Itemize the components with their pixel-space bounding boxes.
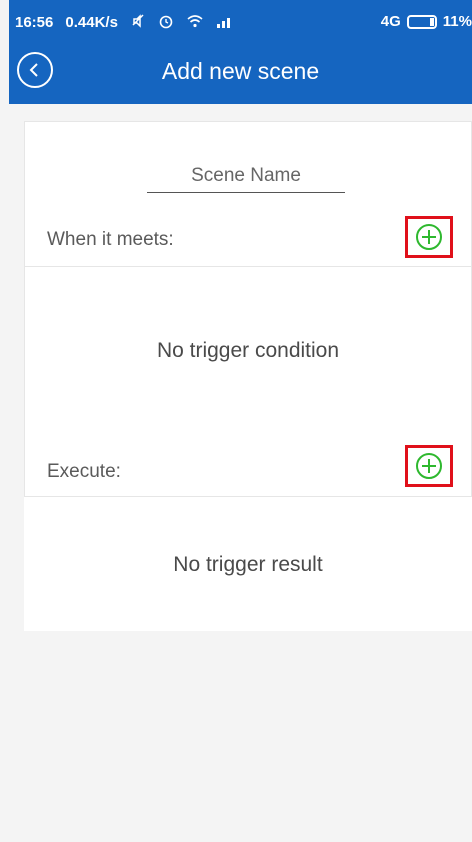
scene-name-input[interactable]	[147, 159, 345, 193]
alarm-icon	[158, 13, 174, 32]
plus-circle-icon	[416, 224, 442, 250]
status-battery: 11%	[442, 13, 472, 30]
top-bar: 16:56 0.44K/s 4G 11% Add new scene	[9, 0, 472, 104]
status-time: 16:56	[15, 14, 54, 31]
mute-icon	[130, 13, 146, 32]
no-condition-text: No trigger condition	[156, 339, 340, 362]
status-net-speed: 0.44K/s	[65, 14, 118, 31]
execute-label: Execute:	[47, 461, 121, 482]
signal-icon	[216, 13, 234, 32]
add-condition-button[interactable]	[405, 216, 453, 258]
status-network: 4G	[380, 13, 401, 30]
screen: 16:56 0.44K/s 4G 11% Add new scene Scene…	[0, 0, 472, 842]
no-result-text: No trigger result	[173, 553, 323, 576]
conditions-label: When it meets:	[47, 229, 174, 250]
add-action-button[interactable]	[405, 445, 453, 487]
wifi-icon	[186, 13, 204, 32]
header: Add new scene	[9, 46, 472, 104]
status-bar: 16:56 0.44K/s 4G 11%	[9, 0, 472, 44]
battery-icon	[406, 14, 437, 29]
plus-circle-icon	[416, 453, 442, 479]
page-title: Add new scene	[161, 58, 320, 84]
